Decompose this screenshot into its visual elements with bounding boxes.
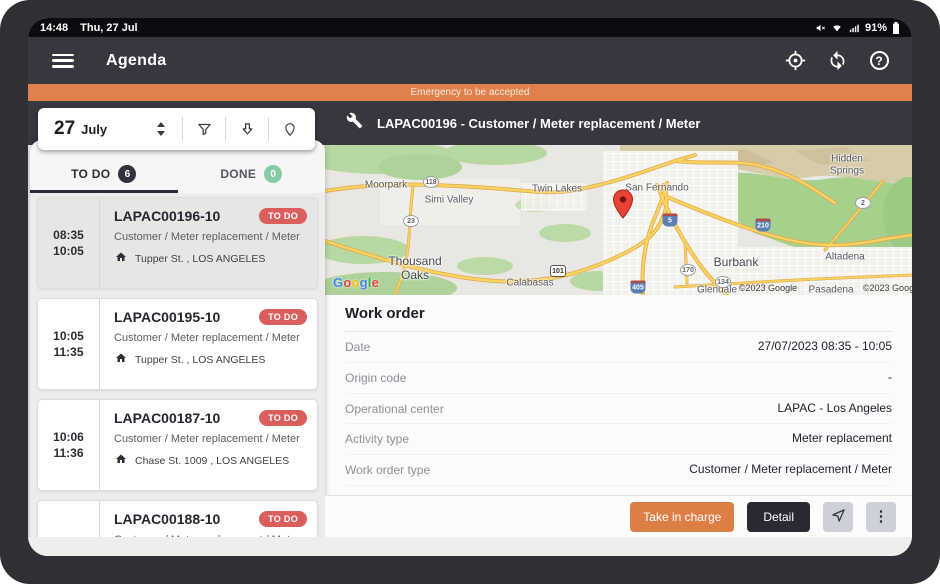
detail-row: Origin code - [345,363,892,394]
active-tab-indicator [30,190,178,193]
wifi-icon [831,23,843,33]
battery-icon [892,22,900,34]
page-title: Agenda [106,52,166,70]
detail-label: Activity type [345,431,409,448]
map-pin-icon[interactable] [275,116,305,142]
order-type: Customer / Meter replacement / Meter [114,433,305,445]
detail-label: Work order type [345,462,430,479]
emergency-banner[interactable]: Emergency to be accepted [28,84,912,101]
time-end: 11:35 [53,345,83,359]
action-bar: Take in charge Detail ⋮ [325,495,912,537]
app-header: Agenda ? [28,37,912,84]
done-count-badge: 0 [264,165,282,183]
gps-locate-icon[interactable] [784,50,806,72]
tab-done-label: DONE [220,167,256,181]
work-order-details: Work order Date 27/07/2023 08:35 - 10:05… [325,295,912,495]
date-month: July [81,122,107,137]
tab-todo-label: TO DO [71,167,110,181]
detail-value: - [888,370,892,384]
google-logo: Google [333,275,379,290]
menu-icon[interactable] [52,54,74,68]
detail-button[interactable]: Detail [747,502,810,532]
detail-label: Operational center [345,401,444,418]
take-in-charge-button[interactable]: Take in charge [630,502,734,532]
wrench-icon [346,112,363,134]
detail-value: 27/07/2023 08:35 - 10:05 [758,339,892,353]
agenda-list-panel: TO DO 6 DONE 0 08:35 10:05 LAPAC [30,140,325,556]
work-order-title: LAPAC00196 - Customer / Meter replacemen… [377,116,700,131]
tablet-frame: 14:48 Thu, 27 Jul 91% Agenda [0,0,940,584]
battery-percent: 91% [865,22,887,34]
section-title: Work order [345,305,892,332]
status-badge: TO DO [259,309,307,325]
order-card[interactable]: 10:05 11:35 LAPAC00195-10 TO DO Customer… [37,298,318,390]
detail-value: LAPAC - Los Angeles [777,401,892,415]
order-type: Customer / Meter replacement / Meter [114,332,305,344]
clock: 14:48 [40,22,68,34]
date-select-icon[interactable] [146,116,176,142]
time-end: 11:36 [53,446,83,460]
time-start: 08:35 [53,228,84,242]
navigate-button[interactable] [823,502,853,532]
time-end: 10:05 [53,244,84,258]
home-icon [114,251,128,266]
order-address: Tupper St. , LOS ANGELES [135,354,265,366]
time-start: 10:05 [53,329,84,343]
date-day: 27 [54,118,75,140]
sync-icon[interactable] [826,50,848,72]
download-icon[interactable] [232,116,262,142]
status-bar: 14:48 Thu, 27 Jul 91% [28,18,912,37]
map[interactable]: Moorpark Simi Valley Twin Lakes San Fern… [325,145,912,295]
location-pin-icon[interactable] [612,189,634,224]
order-address: Tupper St. , LOS ANGELES [135,253,265,265]
detail-value: Meter replacement [792,431,892,445]
status-badge: TO DO [259,410,307,426]
detail-row: Activity type Meter replacement [345,424,892,455]
todo-count-badge: 6 [118,165,136,183]
status-date: Thu, 27 Jul [80,22,137,34]
home-icon [114,453,128,468]
screen: 14:48 Thu, 27 Jul 91% Agenda [28,18,912,556]
order-address: Chase St. 1009 , LOS ANGELES [135,455,289,467]
filter-icon[interactable] [189,116,219,142]
order-type: Customer / Meter replacement / Meter [114,231,305,243]
detail-label: Origin code [345,370,406,387]
help-icon[interactable]: ? [868,50,890,72]
navigation-arrow-icon [831,508,846,526]
status-badge: TO DO [259,511,307,527]
emergency-banner-text: Emergency to be accepted [411,87,530,98]
detail-row: Operational center LAPAC - Los Angeles [345,394,892,425]
home-icon [114,352,128,367]
divider [225,117,226,141]
detail-row: Work order type Customer / Meter replace… [345,455,892,486]
order-card[interactable]: 10:06 11:36 LAPAC00187-10 TO DO Customer… [37,399,318,491]
more-options-button[interactable]: ⋮ [866,502,896,532]
order-times: 08:35 10:05 [38,198,100,288]
order-list: 08:35 10:05 LAPAC00196-10 TO DO Customer… [30,193,325,556]
status-badge: TO DO [259,208,307,224]
order-times: 10:05 11:35 [38,299,100,389]
divider [182,117,183,141]
more-vertical-icon: ⋮ [874,509,889,524]
divider [268,117,269,141]
order-times: 10:06 11:36 [38,400,100,490]
date-picker: 27 July [38,108,315,150]
order-card[interactable]: 08:35 10:05 LAPAC00196-10 TO DO Customer… [37,197,318,289]
time-start: 10:06 [53,430,84,444]
signal-icon [848,23,860,33]
detail-label: Date [345,339,370,356]
detail-value: Customer / Meter replacement / Meter [689,462,892,476]
detail-row: Date 27/07/2023 08:35 - 10:05 [345,332,892,363]
mute-icon [815,23,826,33]
bottom-strip [28,537,912,556]
